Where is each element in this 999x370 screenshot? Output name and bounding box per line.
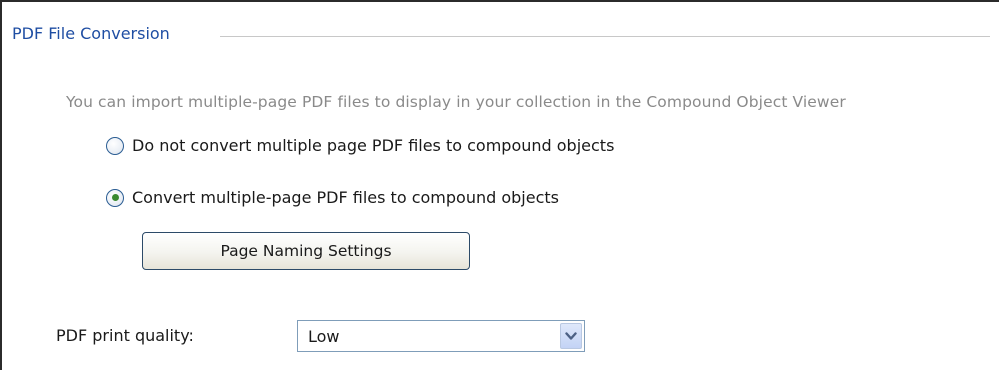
group-divider bbox=[220, 36, 990, 37]
radio-option-do-not-convert[interactable]: Do not convert multiple page PDF files t… bbox=[106, 136, 614, 155]
radio-button-convert[interactable] bbox=[106, 188, 124, 207]
print-quality-value: Low bbox=[308, 326, 340, 346]
group-header: PDF File Conversion bbox=[12, 24, 992, 44]
print-quality-select[interactable]: Low bbox=[297, 320, 585, 352]
settings-panel: PDF File Conversion You can import multi… bbox=[0, 0, 999, 370]
radio-option-convert[interactable]: Convert multiple-page PDF files to compo… bbox=[106, 188, 559, 207]
chevron-down-glyph bbox=[565, 331, 577, 340]
chevron-down-icon[interactable] bbox=[560, 323, 582, 349]
radio-label-convert: Convert multiple-page PDF files to compo… bbox=[132, 188, 559, 207]
radio-label-do-not-convert: Do not convert multiple page PDF files t… bbox=[132, 136, 615, 155]
group-title: PDF File Conversion bbox=[12, 24, 170, 43]
page-naming-settings-button[interactable]: Page Naming Settings bbox=[142, 232, 470, 270]
radio-selected-dot bbox=[111, 194, 119, 201]
print-quality-label: PDF print quality: bbox=[56, 326, 194, 345]
description-text: You can import multiple-page PDF files t… bbox=[66, 93, 846, 111]
radio-button-do-not-convert[interactable] bbox=[106, 136, 124, 155]
